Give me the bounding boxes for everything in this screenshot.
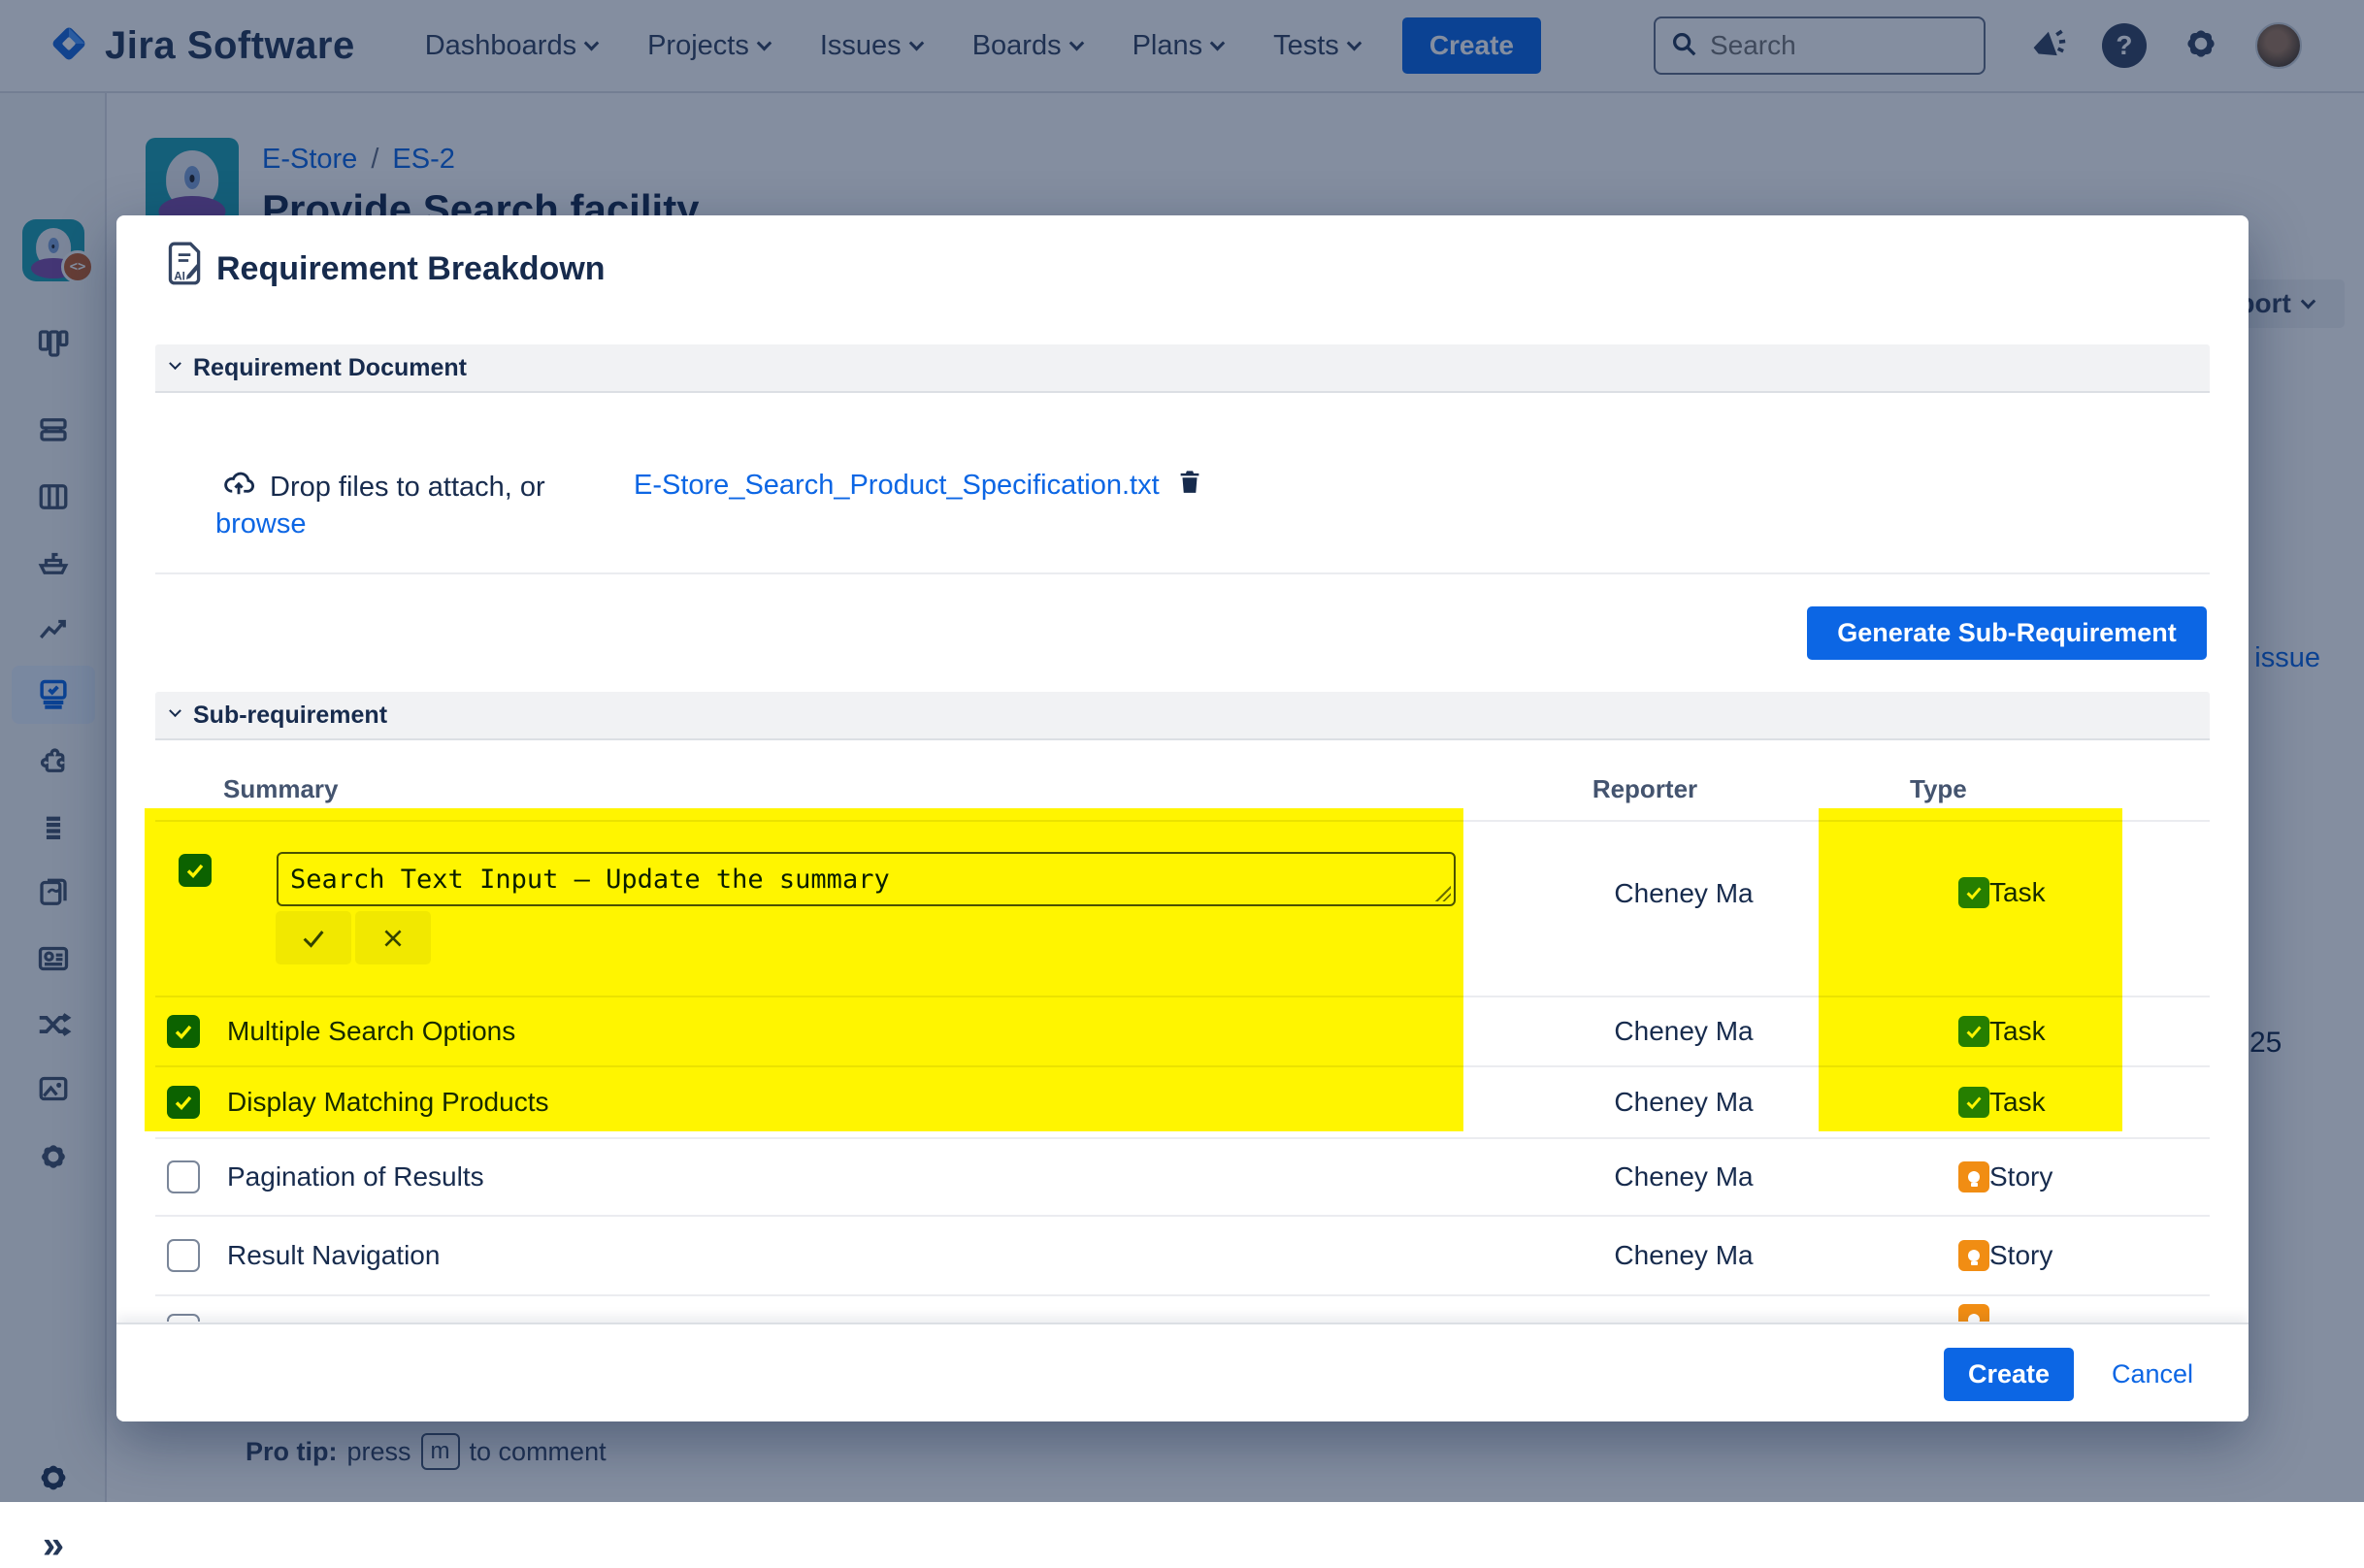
row-type: Task — [1958, 877, 2046, 908]
table-row: Pagination of Results Cheney Ma Story — [155, 1137, 2210, 1215]
table-row: Multiple Search Options Cheney Ma Task — [155, 996, 2210, 1065]
cancel-link[interactable]: Cancel — [2112, 1359, 2193, 1389]
row-type: Story — [1958, 1161, 2052, 1192]
story-type-icon — [1958, 1304, 1989, 1322]
task-type-icon — [1958, 877, 1989, 908]
chevron-down-icon — [169, 704, 181, 717]
row-summary: Multiple Search Options — [227, 1016, 515, 1047]
divider — [155, 572, 2210, 574]
section-requirement-document[interactable]: Requirement Document — [155, 344, 2210, 393]
row-reporter: Cheney Ma — [1548, 878, 1820, 909]
row-checkbox-checked[interactable] — [167, 1015, 200, 1048]
story-type-icon — [1958, 1161, 1989, 1192]
row-summary: Result Navigation — [227, 1240, 440, 1271]
confirm-edit-button[interactable] — [276, 911, 351, 964]
section-sub-requirement[interactable]: Sub-requirement — [155, 692, 2210, 740]
column-header-type: Type — [1910, 774, 1967, 804]
row-checkbox-unchecked[interactable] — [167, 1160, 200, 1193]
table-row: Cheney Ma Task — [155, 820, 2210, 996]
row-summary: Display Matching Products — [227, 1087, 548, 1118]
task-type-icon — [1958, 1016, 1989, 1047]
column-header-summary: Summary — [223, 774, 339, 804]
modal-footer: Create Cancel — [116, 1323, 2249, 1421]
column-header-reporter: Reporter — [1509, 774, 1781, 804]
table-row: Result Navigation Cheney Ma Story — [155, 1215, 2210, 1294]
create-button[interactable]: Create — [1944, 1348, 2074, 1401]
row-type: Story — [1958, 1240, 2052, 1271]
table-row: Display Matching Products Cheney Ma Task — [155, 1065, 2210, 1137]
cancel-edit-button[interactable] — [355, 911, 431, 964]
modal-title: Requirement Breakdown — [216, 250, 606, 288]
expand-sidebar-icon[interactable]: » — [43, 1524, 64, 1568]
row-checkbox-unchecked[interactable] — [167, 1314, 200, 1322]
upload-cloud-icon — [221, 466, 256, 508]
sub-requirement-table: Cheney Ma Task Multiple Search Options C… — [155, 820, 2210, 1322]
generate-sub-requirement-button[interactable]: Generate Sub-Requirement — [1807, 606, 2207, 660]
summary-input[interactable] — [277, 852, 1456, 906]
attached-file-link[interactable]: E-Store_Search_Product_Specification.txt — [634, 470, 1160, 502]
row-checkbox-checked[interactable] — [179, 854, 212, 887]
ai-document-icon: AI — [159, 239, 208, 294]
row-checkbox-unchecked[interactable] — [167, 1239, 200, 1272]
row-summary: Pagination of Results — [227, 1161, 484, 1192]
row-type: Task — [1958, 1016, 2046, 1047]
drop-files-text: Drop files to attach, or — [221, 466, 545, 508]
row-reporter: Cheney Ma — [1548, 1087, 1820, 1118]
story-type-icon — [1958, 1240, 1989, 1271]
row-type: Task — [1958, 1087, 2046, 1118]
delete-file-trash-icon[interactable] — [1175, 466, 1204, 505]
row-type — [1958, 1304, 1989, 1322]
row-reporter: Cheney Ma — [1548, 1016, 1820, 1047]
row-reporter: Cheney Ma — [1548, 1240, 1820, 1271]
row-checkbox-checked[interactable] — [167, 1086, 200, 1119]
requirement-breakdown-modal: AI Requirement Breakdown Requirement Doc… — [116, 215, 2249, 1421]
row-reporter: Cheney Ma — [1548, 1161, 1820, 1192]
chevron-down-icon — [169, 357, 181, 370]
table-row-partial — [155, 1294, 2210, 1322]
svg-text:AI: AI — [174, 271, 185, 283]
summary-edit-field — [277, 852, 1456, 906]
browse-link[interactable]: browse — [215, 508, 307, 540]
task-type-icon — [1958, 1087, 1989, 1118]
